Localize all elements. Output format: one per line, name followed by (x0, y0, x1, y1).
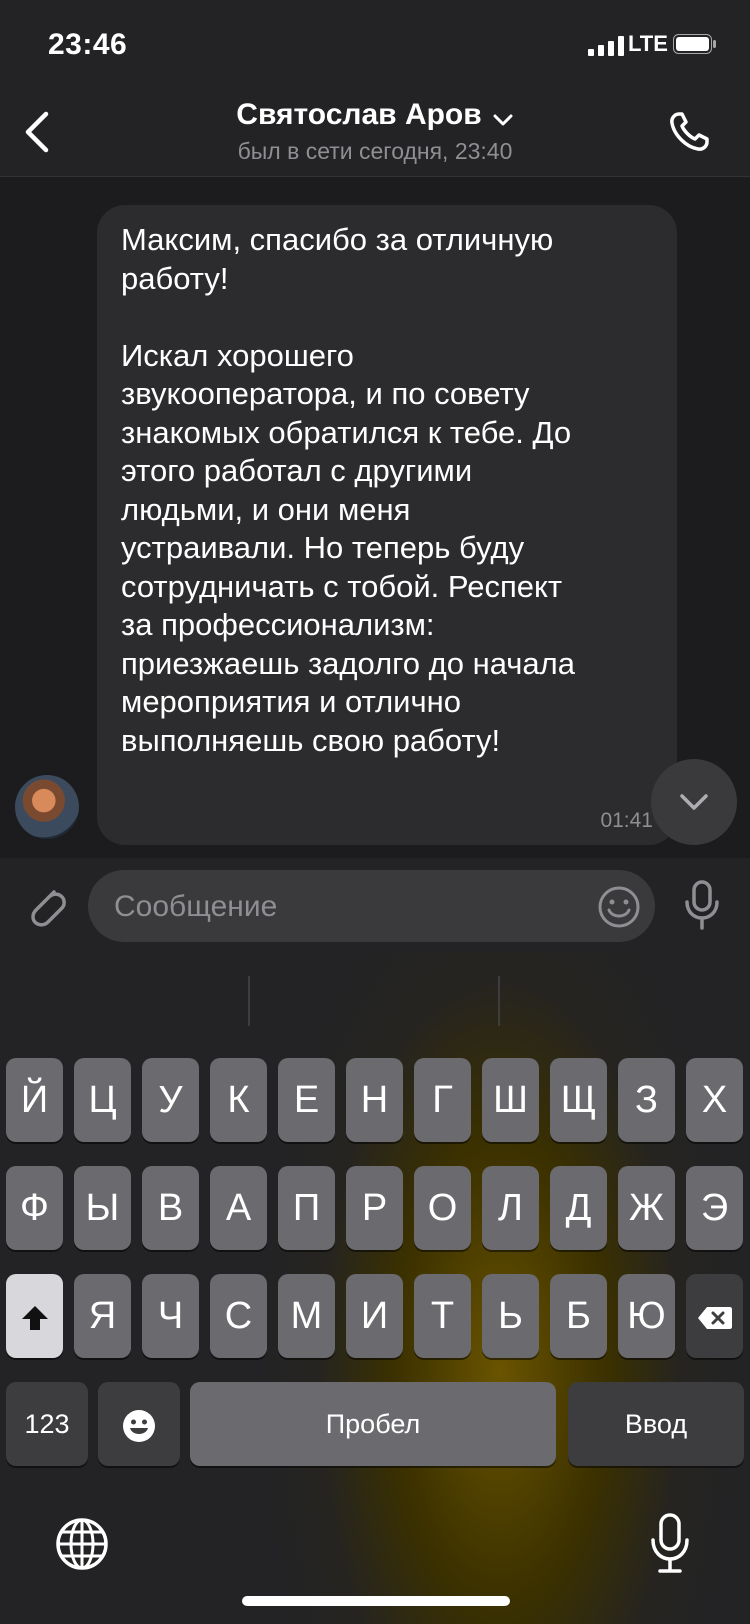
message-composer: Сообщение (0, 858, 750, 952)
chevron-down-icon (680, 794, 708, 810)
emoji-key[interactable] (98, 1382, 180, 1466)
key[interactable]: В (142, 1166, 199, 1250)
shift-key[interactable] (6, 1274, 63, 1358)
keyboard: Й Ц У К Е Н Г Ш Щ З Х Ф Ы В А П Р О Л Д … (0, 952, 750, 1624)
key[interactable]: У (142, 1058, 199, 1142)
incoming-message-bubble[interactable]: Максим, спасибо за отличную работу! Иска… (97, 205, 677, 845)
phone-icon[interactable] (665, 108, 713, 156)
key[interactable]: Ч (142, 1274, 199, 1358)
paperclip-icon[interactable] (24, 880, 68, 930)
key[interactable]: Н (346, 1058, 403, 1142)
key[interactable]: Ы (74, 1166, 131, 1250)
network-type: LTE (628, 31, 668, 56)
home-indicator[interactable] (242, 1596, 510, 1606)
key[interactable]: Я (74, 1274, 131, 1358)
last-seen-status: был в сети сегодня, 23:40 (237, 138, 513, 164)
smile-icon[interactable] (597, 885, 641, 929)
backspace-key[interactable] (686, 1274, 743, 1358)
microphone-icon[interactable] (682, 878, 722, 932)
key[interactable]: Ц (74, 1058, 131, 1142)
key[interactable]: Т (414, 1274, 471, 1358)
key[interactable]: О (414, 1166, 471, 1250)
key[interactable]: Щ (550, 1058, 607, 1142)
avatar[interactable] (15, 775, 79, 839)
shift-icon (21, 1305, 48, 1330)
key[interactable]: П (278, 1166, 335, 1250)
key[interactable]: Ш (482, 1058, 539, 1142)
key[interactable]: Ф (6, 1166, 63, 1250)
chat-title-button[interactable]: Святослав Аров (0, 98, 750, 132)
key[interactable]: И (346, 1274, 403, 1358)
key[interactable]: Ь (482, 1274, 539, 1358)
key[interactable]: Л (482, 1166, 539, 1250)
key[interactable]: М (278, 1274, 335, 1358)
key[interactable]: Р (346, 1166, 403, 1250)
backspace-icon (697, 1306, 732, 1329)
contact-name: Святослав Аров (236, 98, 482, 131)
telegram-chat-screen: 23:46 LTE Святослав Аров был в сети сего… (0, 0, 750, 1624)
suggestion-divider (248, 976, 250, 1026)
key[interactable]: Е (278, 1058, 335, 1142)
status-time: 23:46 (48, 28, 128, 61)
suggestion-divider (498, 976, 500, 1026)
microphone-icon[interactable] (648, 1512, 692, 1576)
message-input-placeholder: Сообщение (114, 890, 278, 923)
message-input[interactable]: Сообщение (88, 870, 655, 942)
scroll-to-bottom-button[interactable] (651, 759, 737, 845)
key[interactable]: Г (414, 1058, 471, 1142)
message-text: Максим, спасибо за отличную работу! Иска… (121, 222, 575, 758)
battery-icon (673, 34, 716, 54)
key[interactable]: Х (686, 1058, 743, 1142)
key[interactable]: Ж (618, 1166, 675, 1250)
key[interactable]: К (210, 1058, 267, 1142)
key[interactable]: Э (686, 1166, 743, 1250)
key[interactable]: З (618, 1058, 675, 1142)
key[interactable]: С (210, 1274, 267, 1358)
chat-header: Святослав Аров был в сети сегодня, 23:40 (0, 90, 750, 177)
return-key[interactable]: Ввод (568, 1382, 744, 1466)
key[interactable]: Ю (618, 1274, 675, 1358)
emoji-icon (123, 1409, 155, 1442)
message-time: 01:41 (600, 809, 653, 832)
message-list[interactable]: Максим, спасибо за отличную работу! Иска… (0, 177, 750, 858)
key[interactable]: А (210, 1166, 267, 1250)
space-key[interactable]: Пробел (190, 1382, 556, 1466)
chevron-down-icon (493, 114, 513, 126)
status-bar: 23:46 LTE (0, 0, 750, 90)
key[interactable]: Б (550, 1274, 607, 1358)
globe-icon[interactable] (54, 1516, 110, 1572)
key[interactable]: Д (550, 1166, 607, 1250)
key[interactable]: Й (6, 1058, 63, 1142)
signal-bars-icon (588, 36, 624, 56)
numbers-key[interactable]: 123 (6, 1382, 88, 1466)
